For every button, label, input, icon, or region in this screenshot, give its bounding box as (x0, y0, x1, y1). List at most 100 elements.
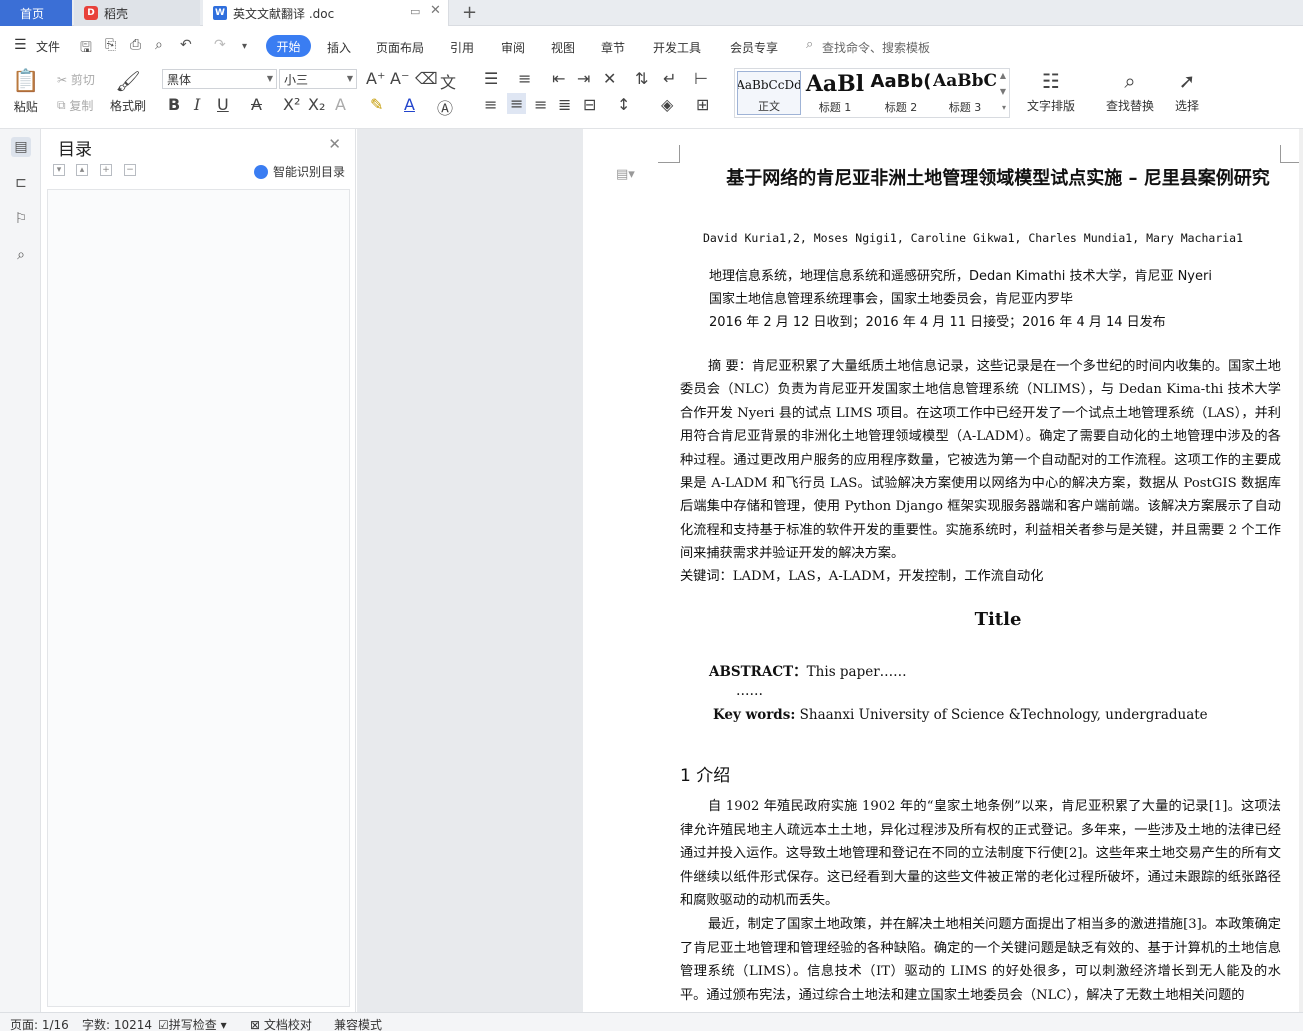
hamburger-icon[interactable]: ☰ (14, 37, 27, 53)
toc-nav-icon[interactable]: ▤ (11, 137, 31, 157)
format-painter-button[interactable]: 🖌 格式刷 (110, 69, 146, 114)
proofread-button[interactable]: ⊠ 文档校对 (250, 1016, 312, 1033)
style-more-icon[interactable]: ▾ (1002, 103, 1006, 112)
command-search-input[interactable]: 查找命令、搜索模板 (822, 39, 930, 56)
section-heading: 1 介绍 (680, 766, 731, 786)
save-icon[interactable]: 🖫 (80, 37, 92, 61)
tab-ruler-icon[interactable]: ⊢ (694, 69, 708, 88)
menu-tab-review[interactable]: 审阅 (501, 39, 525, 56)
numbered-list-icon[interactable]: ≡ (518, 69, 531, 88)
strikethrough-icon[interactable]: A (251, 95, 262, 114)
borders-icon[interactable]: ⊞ (696, 95, 709, 114)
undo-icon[interactable]: ↶ (180, 37, 192, 53)
tab-window-icon[interactable]: ▭ (410, 5, 420, 18)
bookmark-icon[interactable]: ⚐ (11, 209, 31, 229)
tab-home[interactable]: 首页 (0, 0, 72, 26)
superscript-icon[interactable]: X² (283, 95, 300, 114)
document-page[interactable]: ▤▾ 基于网络的肯尼亚非洲土地管理领域模型试点实施 – 尼里县案例研究 Davi… (583, 129, 1303, 1012)
menu-tab-developer[interactable]: 开发工具 (653, 39, 701, 56)
expand-icon[interactable]: ▾ (53, 164, 65, 176)
add-heading-icon[interactable]: + (100, 164, 112, 176)
toc-list (47, 189, 350, 1007)
menu-tab-member[interactable]: 会员专享 (730, 39, 778, 56)
subscript-icon[interactable]: X₂ (308, 95, 325, 114)
decrease-indent-icon[interactable]: ⇤ (552, 69, 565, 88)
show-marks-icon[interactable]: ↵ (663, 69, 676, 88)
print-preview-icon[interactable]: ⌕ (155, 37, 163, 53)
pinyin-icon[interactable]: 文 (440, 69, 456, 93)
text-effect-icon[interactable]: A (335, 95, 346, 114)
char-border-icon[interactable]: Ⓐ (437, 95, 453, 119)
grow-font-icon[interactable]: A⁺ (366, 69, 385, 88)
font-color-icon[interactable]: A (404, 95, 415, 114)
copy-button[interactable]: ⧉ 复制 (57, 97, 93, 114)
collapse-icon[interactable]: ▴ (76, 164, 88, 176)
bold-icon[interactable]: B (168, 95, 180, 114)
sort-icon[interactable]: ⇅ (635, 69, 648, 88)
menu-file[interactable]: 文件 (36, 38, 60, 55)
paste-button[interactable]: 📋 粘贴 (12, 69, 39, 115)
english-abstract: ABSTRACT：This paper…… (709, 660, 907, 680)
clear-format-icon[interactable]: ⌫ (415, 69, 438, 88)
find-replace-button[interactable]: ⌕ 查找替换 (1106, 69, 1154, 114)
justify-icon[interactable]: ≣ (558, 95, 571, 114)
copy-icon: ⧉ (57, 98, 66, 112)
find-replace-label: 查找替换 (1106, 99, 1155, 113)
underline-icon[interactable]: U (217, 95, 229, 114)
style-heading-1[interactable]: AaBl 标题 1 (803, 71, 867, 115)
word-count[interactable]: 字数: 10214 (82, 1016, 152, 1033)
spell-check-button[interactable]: ☑拼写检查 ▾ (158, 1016, 227, 1033)
style-heading-3[interactable]: AaBbC 标题 3 (933, 71, 997, 115)
select-button[interactable]: ➚ 选择 (1175, 69, 1199, 114)
affiliation-2: 国家土地信息管理系统理事会，国家土地委员会，肯尼亚内罗毕 (709, 292, 1074, 307)
distributed-align-icon[interactable]: ⊟ (583, 95, 596, 114)
menu-tab-home[interactable]: 开始 (266, 35, 311, 57)
style-normal[interactable]: AaBbCcDd 正文 (737, 71, 801, 115)
increase-indent-icon[interactable]: ⇥ (577, 69, 590, 88)
abstract-block: 摘 要：肯尼亚积累了大量纸质土地信息记录，这些记录是在一个多世纪的时间内收集的。… (680, 355, 1281, 566)
search-icon[interactable]: ⌕ (11, 245, 31, 265)
english-abstract-ellipsis: …… (736, 683, 763, 699)
menu-tab-view[interactable]: 视图 (551, 39, 575, 56)
shading-icon[interactable]: ◈ (661, 95, 673, 114)
shrink-font-icon[interactable]: A⁻ (390, 69, 409, 88)
remove-heading-icon[interactable]: − (124, 164, 136, 176)
smart-toc-button[interactable]: 智能识别目录 (253, 163, 345, 180)
redo-icon[interactable]: ↷ (214, 37, 226, 53)
align-left-icon[interactable]: ≡ (484, 95, 497, 114)
quick-access-more-icon[interactable]: ▾ (242, 41, 247, 52)
affiliation-1: 地理信息系统，地理信息系统和遥感研究所，Dedan Kimathi 技术大学，肯… (709, 269, 1212, 284)
page-indicator[interactable]: 页面: 1/16 (10, 1016, 69, 1033)
style-scroll-down-icon[interactable]: ▼ (1000, 87, 1006, 96)
print-icon[interactable]: ⎙ (130, 37, 141, 53)
menu-tab-references[interactable]: 引用 (450, 39, 474, 56)
vertical-scrollbar[interactable] (1299, 129, 1303, 1012)
tab-close-icon[interactable]: ✕ (430, 3, 441, 18)
tab-document[interactable]: W 英文文献翻译 .doc ▭ ✕ (203, 0, 449, 26)
style-scroll-up-icon[interactable]: ▲ (1000, 71, 1006, 80)
menu-tab-insert[interactable]: 插入 (327, 39, 351, 56)
chapter-nav-icon[interactable]: ⊏ (11, 173, 31, 193)
menu-bar (0, 27, 1303, 63)
chinese-layout-icon[interactable]: ✕ (603, 69, 616, 88)
italic-icon[interactable]: I (194, 95, 200, 114)
close-icon[interactable]: ✕ (328, 135, 341, 153)
style-heading-2[interactable]: AaBb( 标题 2 (869, 71, 933, 115)
paragraph-menu-icon[interactable]: ▤▾ (616, 167, 635, 182)
align-right-icon[interactable]: ≡ (534, 95, 547, 114)
line-spacing-icon[interactable]: ↕ (617, 95, 630, 114)
font-size-select[interactable]: 小三 ▼ (279, 69, 357, 89)
tab-daoke-label: 稻壳 (104, 6, 129, 21)
text-layout-button[interactable]: ☷ 文字排版 (1027, 69, 1075, 114)
align-center-icon[interactable]: ≡ (507, 93, 527, 114)
highlight-icon[interactable]: ✎ (370, 95, 383, 114)
export-pdf-icon[interactable]: ⎘ (105, 37, 116, 53)
bullet-list-icon[interactable]: ☰ (484, 69, 498, 88)
menu-tab-chapter[interactable]: 章节 (601, 39, 625, 56)
new-tab-icon[interactable]: + (462, 2, 477, 23)
font-name-select[interactable]: 黑体 ▼ (162, 69, 277, 89)
menu-tab-layout[interactable]: 页面布局 (376, 39, 424, 56)
cut-button[interactable]: ✂ 剪切 (57, 71, 95, 88)
copy-label: 复制 (69, 99, 94, 113)
tab-daoke[interactable]: D 稻壳 (74, 0, 200, 26)
